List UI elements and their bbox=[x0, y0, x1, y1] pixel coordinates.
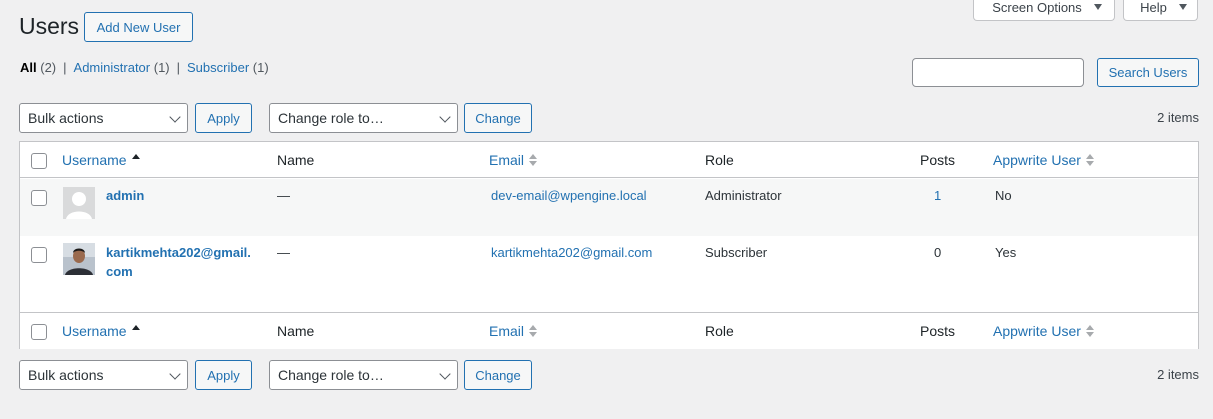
search-input[interactable] bbox=[912, 58, 1084, 87]
column-name: Name bbox=[277, 152, 315, 168]
column-role: Role bbox=[705, 152, 734, 168]
table-footer: Username Name Email Role Posts Appwrite … bbox=[20, 312, 1198, 349]
role-cell: Subscriber bbox=[705, 245, 768, 260]
screen-options-label: Screen Options bbox=[992, 0, 1082, 15]
column-email-label[interactable]: Email bbox=[489, 152, 524, 168]
sort-asc-icon bbox=[131, 154, 140, 166]
filter-all-label: All bbox=[20, 60, 37, 75]
row-checkbox[interactable] bbox=[31, 247, 47, 263]
change-role-select[interactable]: Change role to… bbox=[269, 360, 458, 390]
screen-meta-links: Screen Options Help bbox=[973, 0, 1198, 21]
posts-link[interactable]: 1 bbox=[934, 186, 941, 205]
items-count: 2 items bbox=[1157, 110, 1199, 125]
table-row: admin — dev-email@wpengine.local Adminis… bbox=[20, 179, 1198, 236]
sort-asc-icon bbox=[131, 325, 140, 337]
column-appwrite-user-label[interactable]: Appwrite User bbox=[993, 323, 1081, 339]
bulk-actions-select[interactable]: Bulk actions bbox=[19, 103, 188, 133]
column-name: Name bbox=[277, 323, 315, 339]
name-cell: — bbox=[277, 245, 290, 260]
change-role-select[interactable]: Change role to… bbox=[269, 103, 458, 133]
help-button[interactable]: Help bbox=[1123, 0, 1198, 21]
appwrite-user-cell: Yes bbox=[995, 245, 1017, 260]
column-username[interactable]: Username bbox=[62, 142, 140, 178]
table-header: Username Name Email Role Posts Appwrite … bbox=[20, 142, 1198, 178]
username-link-line2[interactable]: com bbox=[106, 262, 266, 281]
column-appwrite-user[interactable]: Appwrite User bbox=[993, 142, 1094, 178]
username-cell: kartikmehta202@gmail. com bbox=[106, 243, 266, 281]
column-email-label[interactable]: Email bbox=[489, 323, 524, 339]
change-role-value: Change role to… bbox=[278, 367, 384, 383]
table-row: kartikmehta202@gmail. com — kartikmehta2… bbox=[20, 236, 1198, 312]
filter-all-count: (2) bbox=[40, 60, 57, 75]
column-email[interactable]: Email bbox=[489, 313, 538, 349]
filter-subscriber[interactable]: Subscriber (1) bbox=[187, 60, 269, 75]
row-checkbox[interactable] bbox=[31, 190, 47, 206]
filter-separator: | bbox=[176, 60, 181, 75]
email-link[interactable]: kartikmehta202@gmail.com bbox=[491, 243, 652, 262]
column-appwrite-user-label[interactable]: Appwrite User bbox=[993, 152, 1081, 168]
column-appwrite-user[interactable]: Appwrite User bbox=[993, 313, 1094, 349]
tablenav-bottom: Bulk actions Apply Change role to… Chang… bbox=[19, 360, 1199, 390]
avatar bbox=[63, 187, 95, 219]
column-posts: Posts bbox=[920, 152, 956, 168]
avatar bbox=[63, 243, 95, 275]
bulk-actions-value: Bulk actions bbox=[28, 367, 104, 383]
column-username-label[interactable]: Username bbox=[62, 152, 127, 168]
appwrite-user-cell: No bbox=[995, 188, 1012, 203]
email-link[interactable]: dev-email@wpengine.local bbox=[491, 186, 647, 205]
change-role-button[interactable]: Change bbox=[464, 103, 532, 133]
select-all-checkbox[interactable] bbox=[31, 324, 47, 340]
user-role-filters: All (2) | Administrator (1) | Subscriber… bbox=[20, 60, 269, 75]
bulk-actions-select[interactable]: Bulk actions bbox=[19, 360, 188, 390]
username-link-line1[interactable]: kartikmehta202@gmail. bbox=[106, 243, 266, 262]
default-avatar-icon bbox=[63, 187, 95, 219]
user-photo-icon bbox=[63, 243, 95, 275]
apply-button[interactable]: Apply bbox=[195, 360, 252, 390]
filter-administrator-label: Administrator bbox=[73, 60, 151, 75]
bulk-actions-value: Bulk actions bbox=[28, 110, 104, 126]
search-users-button[interactable]: Search Users bbox=[1097, 58, 1199, 87]
chevron-down-icon bbox=[169, 111, 181, 123]
sort-icon bbox=[1085, 325, 1094, 337]
change-role-button[interactable]: Change bbox=[464, 360, 532, 390]
username-link[interactable]: admin bbox=[106, 186, 144, 205]
filter-administrator-count: (1) bbox=[153, 60, 170, 75]
sort-icon bbox=[1085, 154, 1094, 166]
tablenav-top: Bulk actions Apply Change role to… Chang… bbox=[19, 103, 1199, 133]
name-cell: — bbox=[277, 188, 290, 203]
filter-administrator[interactable]: Administrator (1) bbox=[74, 60, 170, 75]
screen-options-button[interactable]: Screen Options bbox=[973, 0, 1115, 21]
chevron-down-icon bbox=[439, 111, 451, 123]
filter-subscriber-count: (1) bbox=[252, 60, 269, 75]
posts-cell: 0 bbox=[934, 245, 942, 260]
column-posts: Posts bbox=[920, 323, 956, 339]
add-new-user-button[interactable]: Add New User bbox=[84, 12, 193, 42]
caret-down-icon bbox=[1178, 4, 1187, 10]
chevron-down-icon bbox=[439, 368, 451, 380]
select-all-checkbox[interactable] bbox=[31, 153, 47, 169]
items-count: 2 items bbox=[1157, 367, 1199, 382]
sort-icon bbox=[529, 325, 538, 337]
filter-all[interactable]: All (2) bbox=[20, 60, 56, 75]
page-title: Users bbox=[19, 13, 80, 39]
help-label: Help bbox=[1140, 0, 1167, 15]
users-table: Username Name Email Role Posts Appwrite … bbox=[19, 141, 1199, 349]
filter-separator: | bbox=[63, 60, 67, 75]
sort-icon bbox=[529, 154, 538, 166]
column-username-label[interactable]: Username bbox=[62, 323, 127, 339]
filter-subscriber-label: Subscriber bbox=[187, 60, 250, 75]
caret-down-icon bbox=[1093, 4, 1102, 10]
column-role: Role bbox=[705, 323, 734, 339]
column-email[interactable]: Email bbox=[489, 142, 538, 178]
apply-button[interactable]: Apply bbox=[195, 103, 252, 133]
role-cell: Administrator bbox=[705, 188, 782, 203]
chevron-down-icon bbox=[169, 368, 181, 380]
change-role-value: Change role to… bbox=[278, 110, 384, 126]
column-username[interactable]: Username bbox=[62, 313, 140, 349]
